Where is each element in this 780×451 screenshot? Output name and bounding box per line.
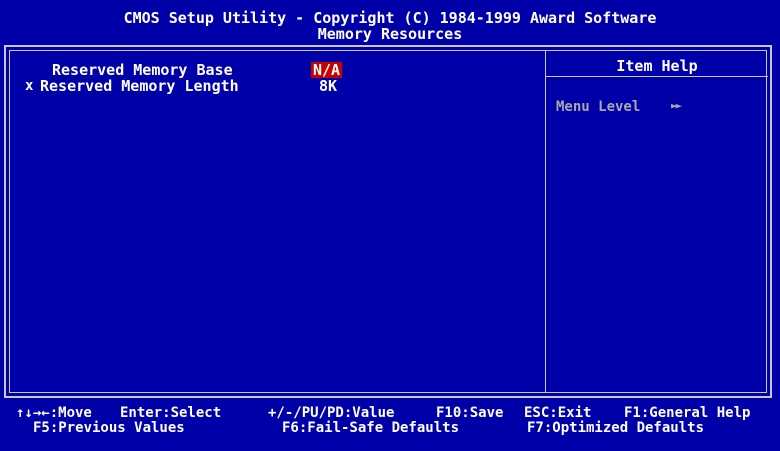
disabled-marker: x bbox=[25, 78, 34, 94]
menu-level-label: Menu Level bbox=[556, 99, 641, 115]
setting-row-reserved-memory-base[interactable]: Reserved Memory Base N/A bbox=[10, 62, 540, 78]
page-title: Memory Resources bbox=[317, 25, 463, 43]
key-help-footer: ↑↓→←:Move Enter:Select +/-/PU/PD:Value F… bbox=[0, 402, 780, 451]
setting-value-selected[interactable]: N/A bbox=[311, 62, 343, 78]
key-hint-previous: F5:Previous Values bbox=[33, 420, 185, 436]
key-hint-optimized: F7:Optimized Defaults bbox=[527, 420, 705, 436]
setting-label: Reserved Memory Base bbox=[52, 61, 233, 79]
setting-label: Reserved Memory Length bbox=[40, 77, 239, 95]
key-hint-exit: ESC:Exit bbox=[524, 405, 592, 421]
header: CMOS Setup Utility - Copyright (C) 1984-… bbox=[0, 0, 780, 44]
help-title: Item Help bbox=[616, 57, 698, 75]
main-frame-inner: Reserved Memory Base N/A x Reserved Memo… bbox=[9, 50, 768, 393]
menu-level-arrows-icon: ►► bbox=[671, 99, 682, 112]
header-title: CMOS Setup Utility - Copyright (C) 1984-… bbox=[123, 9, 657, 27]
bios-screen: CMOS Setup Utility - Copyright (C) 1984-… bbox=[0, 0, 780, 451]
key-hint-value: +/-/PU/PD:Value bbox=[268, 405, 395, 421]
main-frame: Reserved Memory Base N/A x Reserved Memo… bbox=[4, 45, 772, 398]
key-hint-help: F1:General Help bbox=[624, 405, 751, 421]
setting-row-reserved-memory-length[interactable]: x Reserved Memory Length 8K bbox=[10, 78, 540, 94]
help-separator bbox=[546, 76, 768, 77]
panel-divider bbox=[545, 51, 546, 392]
key-hint-enter: Enter:Select bbox=[120, 405, 222, 421]
setting-value[interactable]: 8K bbox=[319, 78, 337, 94]
key-hint-failsafe: F6:Fail-Safe Defaults bbox=[282, 420, 460, 436]
key-hint-move: ↑↓→←:Move bbox=[16, 405, 92, 421]
key-hint-save: F10:Save bbox=[436, 405, 504, 421]
